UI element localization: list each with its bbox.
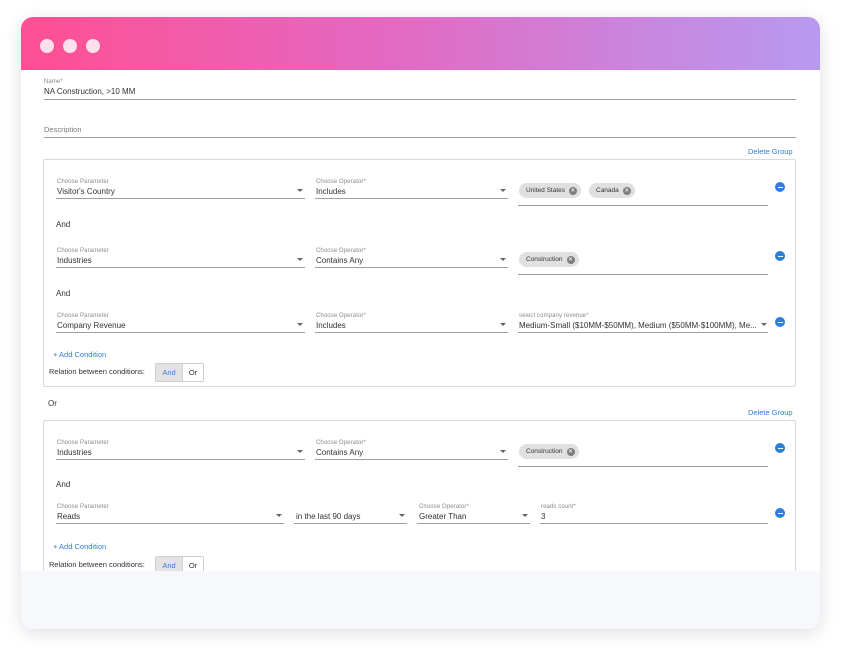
chevron-down-icon[interactable]: [761, 323, 767, 326]
window-footer: [21, 571, 820, 629]
count-label: reads count*: [541, 504, 576, 510]
parameter-select[interactable]: Reads: [57, 512, 80, 521]
operator-select[interactable]: Contains Any: [316, 448, 363, 457]
chevron-down-icon[interactable]: [500, 450, 506, 453]
parameter-label: Choose Parameter: [57, 440, 109, 446]
add-condition-button[interactable]: + Add Condition: [53, 542, 106, 551]
condition-group-2: Choose Parameter Industries Choose Opera…: [43, 420, 796, 571]
value-chip[interactable]: United States ✕: [519, 183, 582, 198]
window-control-dot[interactable]: [63, 39, 77, 53]
operator-label: Choose Operator*: [419, 504, 469, 510]
title-bar: [21, 17, 820, 70]
close-icon[interactable]: ✕: [622, 186, 631, 195]
close-icon[interactable]: ✕: [566, 447, 575, 456]
parameter-select[interactable]: Industries: [57, 256, 92, 265]
operator-select[interactable]: Includes: [316, 187, 346, 196]
operator-label: Choose Operator*: [316, 313, 366, 319]
close-icon[interactable]: ✕: [566, 255, 575, 264]
revenue-label: select company revenue*: [519, 313, 589, 319]
description-input[interactable]: Description: [44, 125, 82, 134]
parameter-label: Choose Parameter: [57, 504, 109, 510]
chevron-down-icon[interactable]: [297, 258, 303, 261]
relation-or-button[interactable]: Or: [182, 364, 203, 381]
chevron-down-icon[interactable]: [297, 450, 303, 453]
parameter-select[interactable]: Industries: [57, 448, 92, 457]
period-select[interactable]: in the last 90 days: [296, 512, 360, 521]
parameter-label: Choose Parameter: [57, 248, 109, 254]
relation-or-button[interactable]: Or: [182, 557, 203, 571]
delete-group-button[interactable]: Delete Group: [748, 408, 793, 417]
segment-editor: Name* NA Construction, >10 MM Descriptio…: [21, 70, 820, 571]
chevron-down-icon[interactable]: [500, 323, 506, 326]
window-control-dot[interactable]: [40, 39, 54, 53]
condition-group-1: Choose Parameter Visitor's Country Choos…: [43, 159, 796, 387]
operator-label: Choose Operator*: [316, 179, 366, 185]
relation-toggle: And Or: [155, 363, 204, 382]
remove-condition-icon[interactable]: [775, 508, 785, 518]
name-input[interactable]: NA Construction, >10 MM: [44, 87, 135, 96]
remove-condition-icon[interactable]: [775, 182, 785, 192]
chevron-down-icon[interactable]: [276, 514, 282, 517]
window-control-dot[interactable]: [86, 39, 100, 53]
parameter-select[interactable]: Visitor's Country: [57, 187, 115, 196]
chevron-down-icon[interactable]: [297, 323, 303, 326]
relation-and-button[interactable]: And: [156, 364, 182, 381]
add-condition-button[interactable]: + Add Condition: [53, 350, 106, 359]
relation-label: Relation between conditions:: [49, 560, 145, 569]
relation-label: Relation between conditions:: [49, 367, 145, 376]
app-window: Name* NA Construction, >10 MM Descriptio…: [21, 17, 820, 629]
chevron-down-icon[interactable]: [522, 514, 528, 517]
remove-condition-icon[interactable]: [775, 443, 785, 453]
operator-label: Choose Operator*: [316, 248, 366, 254]
value-chip[interactable]: Canada ✕: [589, 183, 635, 198]
remove-condition-icon[interactable]: [775, 317, 785, 327]
name-label: Name*: [44, 79, 63, 85]
close-icon[interactable]: ✕: [569, 186, 578, 195]
chevron-down-icon[interactable]: [500, 258, 506, 261]
chevron-down-icon[interactable]: [399, 514, 405, 517]
parameter-select[interactable]: Company Revenue: [57, 321, 125, 330]
relation-and-button[interactable]: And: [156, 557, 182, 571]
chevron-down-icon[interactable]: [297, 189, 303, 192]
operator-select[interactable]: Greater Than: [419, 512, 466, 521]
relation-toggle: And Or: [155, 556, 204, 571]
and-joiner: And: [56, 289, 71, 298]
or-joiner: Or: [48, 399, 57, 408]
count-input[interactable]: 3: [541, 512, 545, 521]
name-underline: [44, 99, 796, 100]
parameter-label: Choose Parameter: [57, 179, 109, 185]
parameter-label: Choose Parameter: [57, 313, 109, 319]
delete-group-button[interactable]: Delete Group: [748, 147, 793, 156]
value-chip[interactable]: Construction ✕: [519, 252, 579, 267]
operator-label: Choose Operator*: [316, 440, 366, 446]
remove-condition-icon[interactable]: [775, 251, 785, 261]
revenue-select[interactable]: Medium-Small ($10MM-$50MM), Medium ($50M…: [519, 321, 759, 330]
operator-select[interactable]: Includes: [316, 321, 346, 330]
operator-select[interactable]: Contains Any: [316, 256, 363, 265]
and-joiner: And: [56, 480, 71, 489]
chevron-down-icon[interactable]: [500, 189, 506, 192]
and-joiner: And: [56, 220, 71, 229]
value-chip[interactable]: Construction ✕: [519, 444, 579, 459]
description-underline: [44, 137, 796, 138]
